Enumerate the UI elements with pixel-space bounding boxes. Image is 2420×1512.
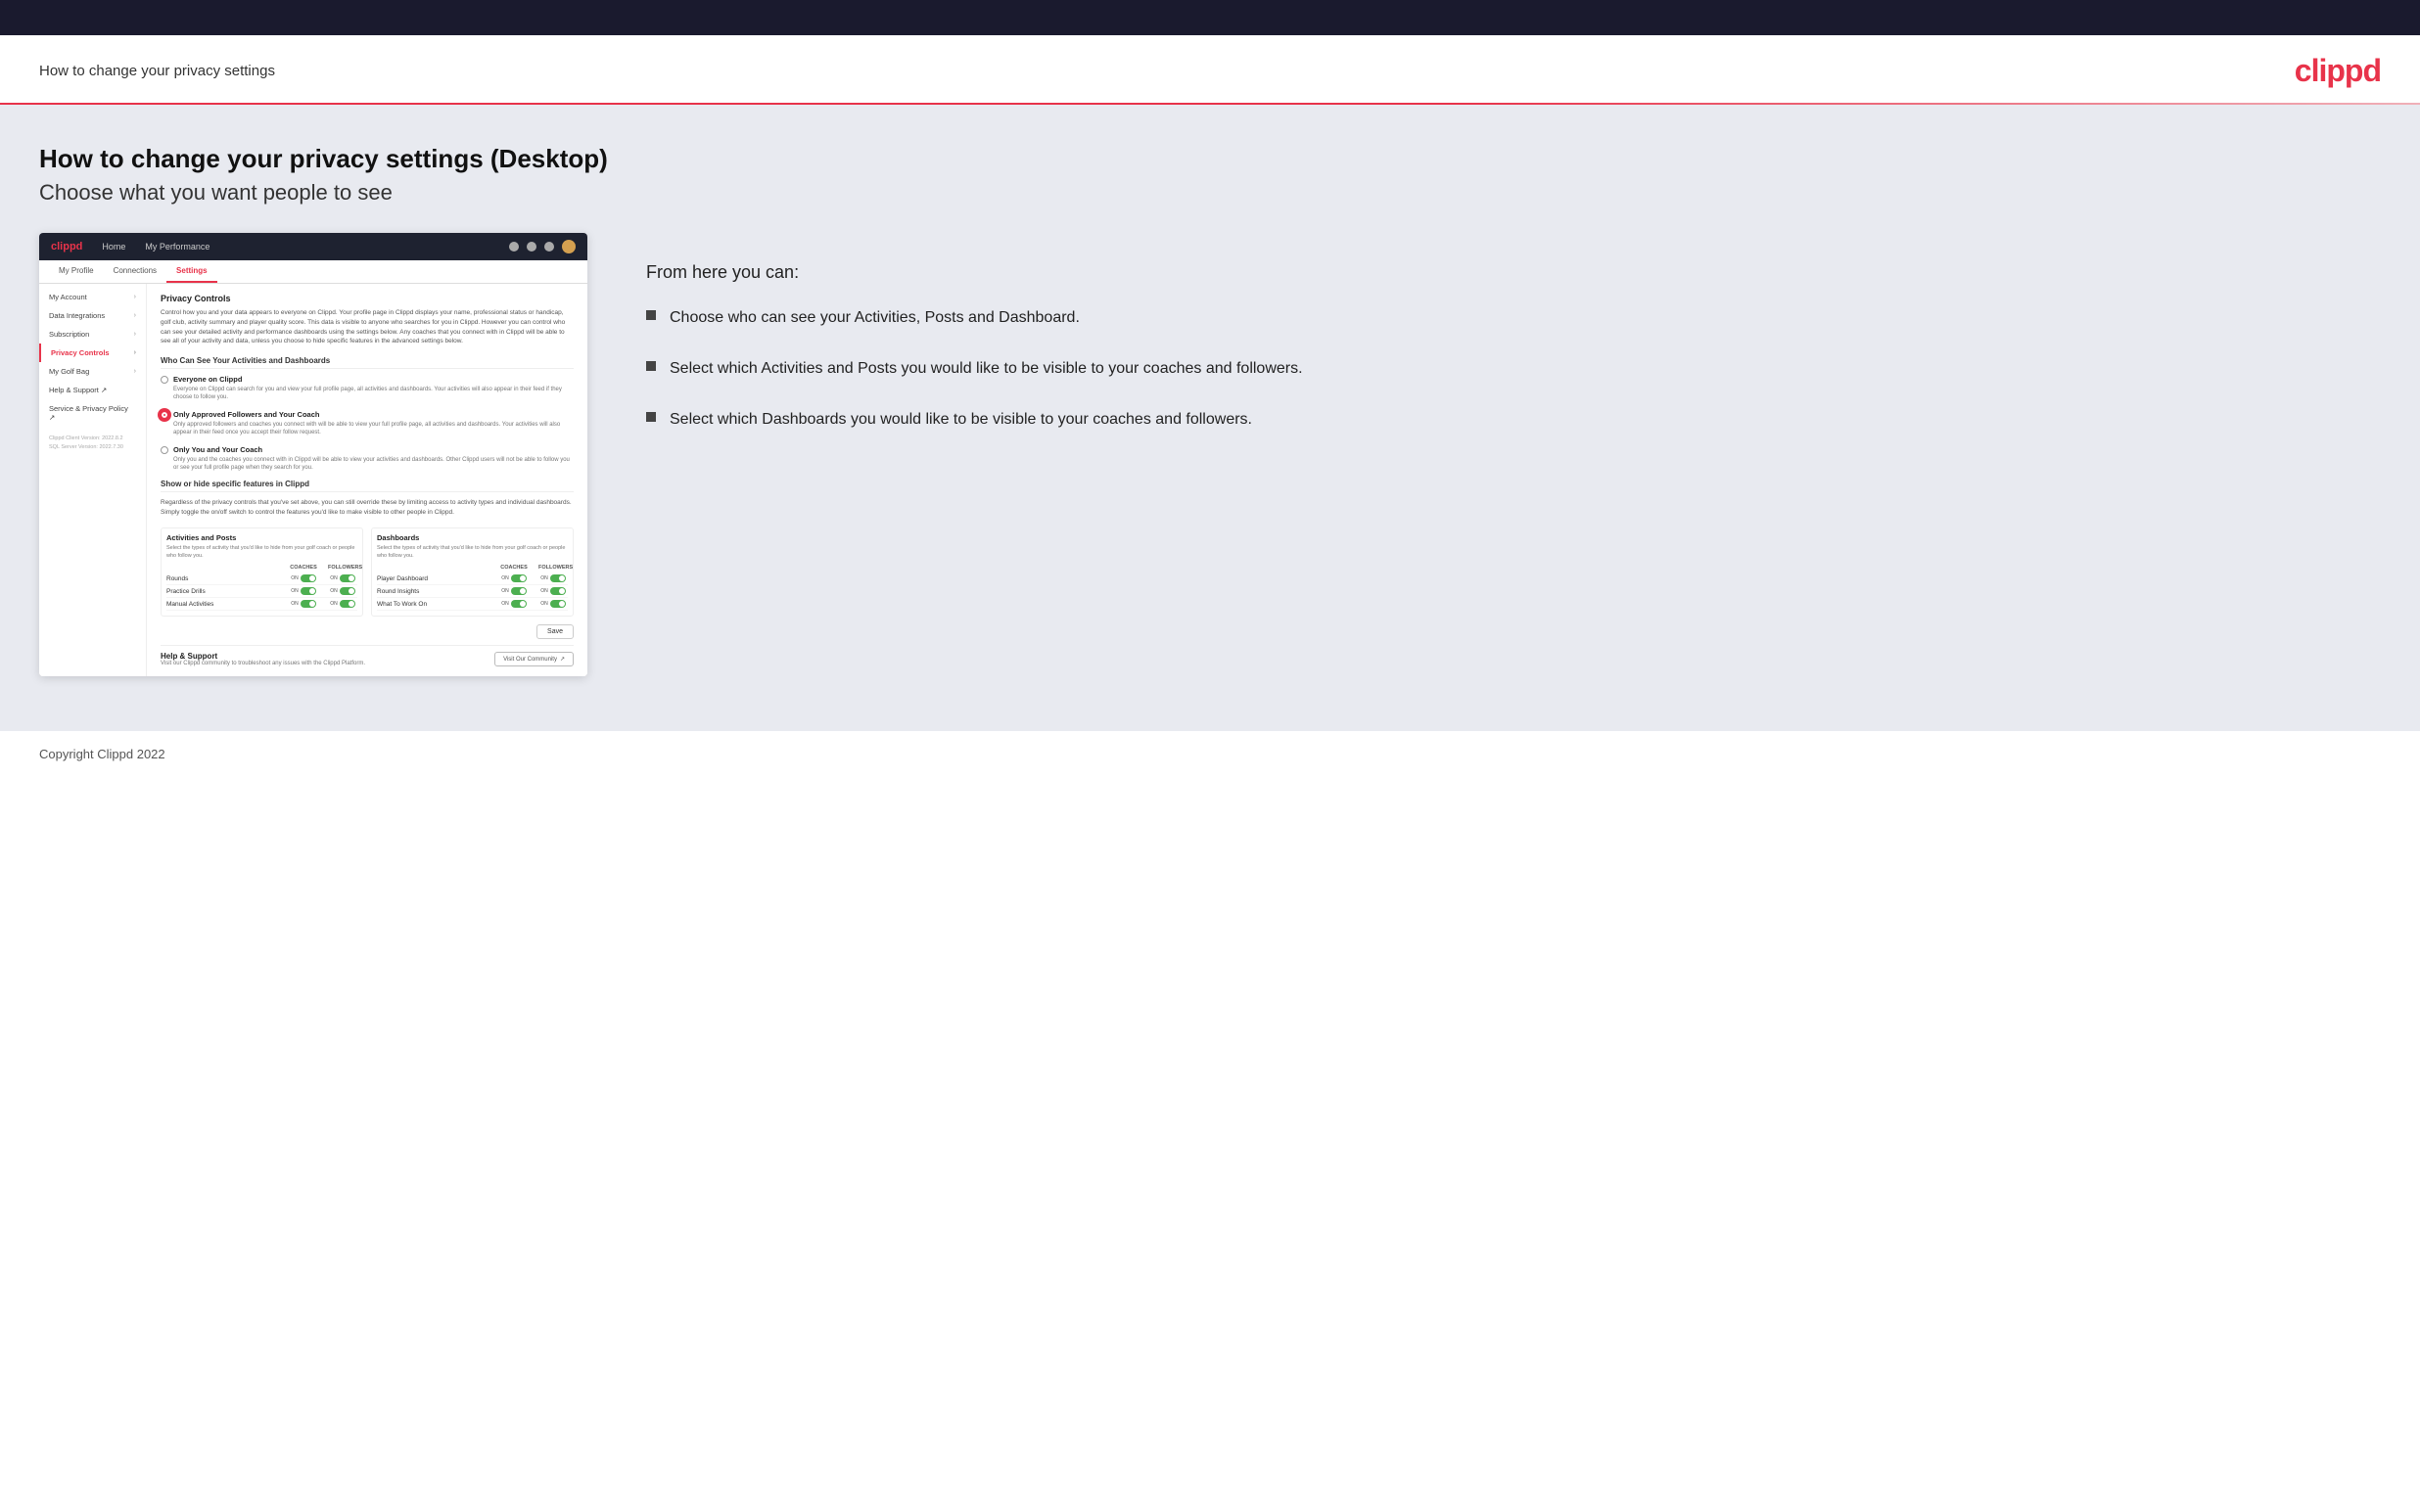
mock-sidebar-golfbag: My Golf Bag › bbox=[39, 362, 146, 381]
mock-logo: clippd bbox=[51, 241, 82, 252]
mock-tabs: My Profile Connections Settings bbox=[39, 260, 587, 284]
mock-topbar: clippd Home My Performance bbox=[39, 233, 587, 260]
mock-visit-button[interactable]: Visit Our Community ↗ bbox=[494, 652, 574, 666]
mock-radio-everyone: Everyone on Clippd Everyone on Clippd ca… bbox=[161, 375, 574, 402]
toggle-playerdash-followers bbox=[550, 574, 566, 582]
radio-onlyyou-indicator bbox=[161, 446, 168, 454]
mock-privacy-desc: Control how you and your data appears to… bbox=[161, 308, 574, 346]
bullet-text-1: Choose who can see your Activities, Post… bbox=[670, 306, 1080, 330]
bullet-icon-3 bbox=[646, 412, 656, 422]
mock-show-hide-title: Show or hide specific features in Clippd bbox=[161, 480, 574, 492]
toggle-rounds-followers bbox=[340, 574, 355, 582]
mock-who-can-see: Who Can See Your Activities and Dashboar… bbox=[161, 356, 574, 369]
columns: clippd Home My Performance My Profile Co… bbox=[39, 233, 2381, 676]
mock-nav-performance: My Performance bbox=[145, 242, 209, 252]
toggle-insights-coaches bbox=[511, 587, 527, 595]
bullet-item-3: Select which Dashboards you would like t… bbox=[646, 408, 2361, 432]
toggle-rounds-coaches bbox=[301, 574, 316, 582]
mock-help-title: Help & Support bbox=[161, 652, 365, 661]
mock-sidebar-privacy: Privacy Controls › bbox=[39, 344, 146, 362]
page-subtitle: Choose what you want people to see bbox=[39, 180, 2381, 206]
mock-sidebar-subscription: Subscription › bbox=[39, 325, 146, 344]
bullet-icon-1 bbox=[646, 310, 656, 320]
mock-row-manual: Manual Activities ON ON bbox=[166, 598, 357, 611]
mock-radio-onlyyou: Only You and Your Coach Only you and the… bbox=[161, 445, 574, 473]
mock-row-round-insights: Round Insights ON ON bbox=[377, 585, 568, 598]
mock-sidebar-policy: Service & Privacy Policy ↗ bbox=[39, 399, 146, 427]
toggle-insights-followers bbox=[550, 587, 566, 595]
mock-row-rounds: Rounds ON ON bbox=[166, 573, 357, 585]
mock-nav-icons bbox=[509, 240, 576, 253]
top-bar bbox=[0, 0, 2420, 35]
bullet-icon-2 bbox=[646, 361, 656, 371]
mock-tab-settings: Settings bbox=[166, 260, 217, 283]
mock-save-row: Save bbox=[161, 624, 574, 639]
bullet-text-3: Select which Dashboards you would like t… bbox=[670, 408, 1252, 432]
toggle-workson-coaches bbox=[511, 600, 527, 608]
toggle-manual-followers bbox=[340, 600, 355, 608]
screenshot-mockup: clippd Home My Performance My Profile Co… bbox=[39, 233, 587, 676]
bullet-text-2: Select which Activities and Posts you wo… bbox=[670, 357, 1303, 381]
mock-tab-profile: My Profile bbox=[49, 260, 104, 283]
mock-sidebar-account: My Account › bbox=[39, 288, 146, 306]
mock-show-hide-desc: Regardless of the privacy controls that … bbox=[161, 498, 574, 518]
mock-sidebar-version: Clippd Client Version: 2022.8.2SQL Serve… bbox=[39, 427, 146, 456]
logo: clippd bbox=[2295, 53, 2381, 89]
mock-row-player-dash: Player Dashboard ON ON bbox=[377, 573, 568, 585]
mock-help-section: Help & Support Visit our Clippd communit… bbox=[161, 645, 574, 666]
mock-radio-approved: Only Approved Followers and Your Coach O… bbox=[161, 410, 574, 437]
mock-activities-panel: Activities and Posts Select the types of… bbox=[161, 527, 363, 617]
info-panel: From here you can: Choose who can see yo… bbox=[627, 233, 2381, 479]
info-panel-intro: From here you can: bbox=[646, 262, 2361, 283]
mock-row-workson: What To Work On ON ON bbox=[377, 598, 568, 611]
search-icon bbox=[509, 242, 519, 252]
page-title: How to change your privacy settings (Des… bbox=[39, 144, 2381, 174]
mock-nav-home: Home bbox=[102, 242, 125, 252]
mock-main-panel: Privacy Controls Control how you and you… bbox=[147, 284, 587, 676]
radio-everyone-indicator bbox=[161, 376, 168, 384]
main-content: How to change your privacy settings (Des… bbox=[0, 105, 2420, 731]
settings-icon bbox=[544, 242, 554, 252]
mock-feature-grid: Activities and Posts Select the types of… bbox=[161, 527, 574, 617]
avatar bbox=[562, 240, 576, 253]
mock-dashboards-panel: Dashboards Select the types of activity … bbox=[371, 527, 574, 617]
toggle-playerdash-coaches bbox=[511, 574, 527, 582]
footer-text: Copyright Clippd 2022 bbox=[39, 747, 165, 761]
header: How to change your privacy settings clip… bbox=[0, 35, 2420, 103]
mock-privacy-title: Privacy Controls bbox=[161, 294, 574, 303]
mock-save-button[interactable]: Save bbox=[536, 624, 574, 639]
toggle-manual-coaches bbox=[301, 600, 316, 608]
mock-sidebar-help: Help & Support ↗ bbox=[39, 381, 146, 399]
toggle-workson-followers bbox=[550, 600, 566, 608]
mock-body: My Account › Data Integrations › Subscri… bbox=[39, 284, 587, 676]
mock-help-desc: Visit our Clippd community to troublesho… bbox=[161, 661, 365, 666]
footer: Copyright Clippd 2022 bbox=[0, 731, 2420, 777]
grid-icon bbox=[527, 242, 536, 252]
bullet-item-2: Select which Activities and Posts you wo… bbox=[646, 357, 2361, 381]
radio-approved-indicator bbox=[161, 411, 168, 419]
mock-row-drills: Practice Drills ON ON bbox=[166, 585, 357, 598]
header-title: How to change your privacy settings bbox=[39, 63, 275, 79]
mock-sidebar-integrations: Data Integrations › bbox=[39, 306, 146, 325]
mock-sidebar: My Account › Data Integrations › Subscri… bbox=[39, 284, 147, 676]
toggle-drills-followers bbox=[340, 587, 355, 595]
mock-tab-connections: Connections bbox=[104, 260, 166, 283]
bullet-item-1: Choose who can see your Activities, Post… bbox=[646, 306, 2361, 330]
toggle-drills-coaches bbox=[301, 587, 316, 595]
